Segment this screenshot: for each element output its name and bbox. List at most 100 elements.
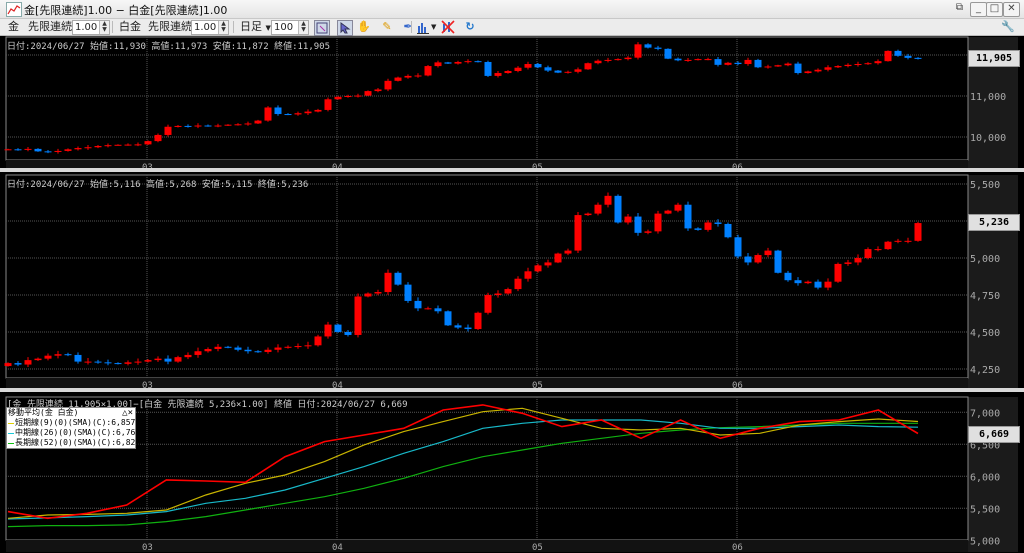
- candle-body: [34, 358, 42, 361]
- candle: [394, 271, 402, 286]
- candle-body: [454, 61, 462, 64]
- candle-body: [514, 278, 522, 290]
- candle-body: [614, 59, 622, 61]
- candle: [884, 240, 892, 250]
- candle: [884, 50, 892, 62]
- candle: [734, 234, 742, 259]
- candle-body: [134, 144, 142, 146]
- legend-swatch: [8, 433, 14, 434]
- y-tick-label: 4,750: [970, 291, 1000, 302]
- candle-body: [784, 272, 792, 281]
- candle: [794, 61, 802, 75]
- candle-body: [284, 114, 292, 116]
- candle-body: [194, 125, 202, 127]
- candle-body: [584, 63, 592, 70]
- candle-body: [774, 65, 782, 67]
- candle: [474, 311, 482, 330]
- candle: [774, 249, 782, 274]
- candle-body: [94, 361, 102, 363]
- x-tick-label: 05: [532, 543, 543, 553]
- candle-body: [34, 148, 42, 152]
- x-tick-label: 03: [142, 543, 153, 553]
- candle-body: [384, 272, 392, 293]
- candle-body: [764, 250, 772, 256]
- candle-body: [324, 99, 332, 110]
- candle-body: [304, 111, 312, 114]
- legend-label: 長期線(52)(0)(SMA)(C):6,828: [15, 438, 141, 447]
- candle-body: [484, 61, 492, 76]
- moving-average-legend[interactable]: 移動平均(金 白金) △× 短期線(9)(0)(SMA)(C):6,857 中期線…: [6, 407, 140, 449]
- candle-body: [544, 262, 552, 266]
- candle-body: [834, 66, 842, 68]
- candle-body: [594, 204, 602, 214]
- candle: [724, 222, 732, 239]
- candle-body: [154, 134, 162, 142]
- candle-body: [74, 354, 82, 362]
- candle: [584, 62, 592, 70]
- candle-body: [604, 59, 612, 61]
- legend-title: 移動平均(金 白金) △×: [7, 408, 135, 418]
- candle: [264, 106, 272, 122]
- candle-body: [44, 151, 52, 153]
- candle-body: [714, 59, 722, 65]
- candle: [754, 58, 762, 69]
- candle-body: [114, 144, 122, 146]
- candle-body: [674, 58, 682, 61]
- candle-body: [504, 289, 512, 294]
- y-tick-label: 4,500: [970, 328, 1000, 339]
- candle-body: [854, 258, 862, 263]
- candle-body: [214, 346, 222, 350]
- price-axis: [968, 175, 1018, 390]
- candle-body: [824, 67, 832, 70]
- candle-body: [324, 324, 332, 337]
- candle-body: [814, 281, 822, 288]
- candle-body: [444, 311, 452, 326]
- candle-body: [914, 57, 922, 59]
- charts-canvas[interactable]: 12,00011,00010,000030405065,5005,2505,00…: [0, 0, 1024, 553]
- candle-body: [104, 362, 112, 364]
- candle-body: [794, 63, 802, 74]
- candle: [314, 334, 322, 347]
- candle-body: [314, 336, 322, 346]
- candle-body: [424, 66, 432, 76]
- candle-body: [184, 125, 192, 127]
- candle-body: [354, 296, 362, 335]
- candle-body: [694, 59, 702, 61]
- candle-body: [144, 360, 152, 362]
- candle-body: [444, 62, 452, 64]
- candle-body: [554, 253, 562, 263]
- candle-body: [534, 64, 542, 68]
- panel-splitter: [0, 388, 1024, 392]
- candle-body: [514, 67, 522, 71]
- candle-body: [474, 312, 482, 330]
- y-tick-label: 10,000: [970, 133, 1006, 144]
- candle: [484, 292, 492, 315]
- legend-item-short-ma: 短期線(9)(0)(SMA)(C):6,857: [7, 418, 135, 428]
- candle-body: [134, 361, 142, 363]
- candle-body: [364, 293, 372, 297]
- candle-body: [294, 346, 302, 348]
- candle: [834, 262, 842, 283]
- candle-body: [894, 240, 902, 242]
- candle-body: [424, 308, 432, 310]
- candle-body: [124, 362, 132, 364]
- candle-body: [654, 47, 662, 49]
- candle-body: [104, 145, 112, 147]
- platinum-plot-area: [5, 174, 969, 379]
- candle: [554, 252, 562, 264]
- candle: [404, 282, 412, 303]
- candle-body: [784, 63, 792, 66]
- candle-body: [184, 354, 192, 358]
- candle-body: [494, 73, 502, 76]
- candle-body: [274, 347, 282, 350]
- legend-label: 中期線(26)(0)(SMA)(C):6,767: [15, 428, 141, 437]
- candle-body: [554, 70, 562, 73]
- candle-body: [204, 125, 212, 127]
- candle-body: [334, 96, 342, 100]
- legend-controls-icon[interactable]: △×: [122, 408, 133, 418]
- spread-plot-area: [5, 396, 969, 541]
- candle-body: [294, 113, 302, 115]
- candle-body: [744, 59, 752, 65]
- candle-body: [404, 284, 412, 301]
- platinum-ohlc-header: 日付:2024/06/27 始値:5,116 高値:5,268 安値:5,115…: [7, 180, 309, 190]
